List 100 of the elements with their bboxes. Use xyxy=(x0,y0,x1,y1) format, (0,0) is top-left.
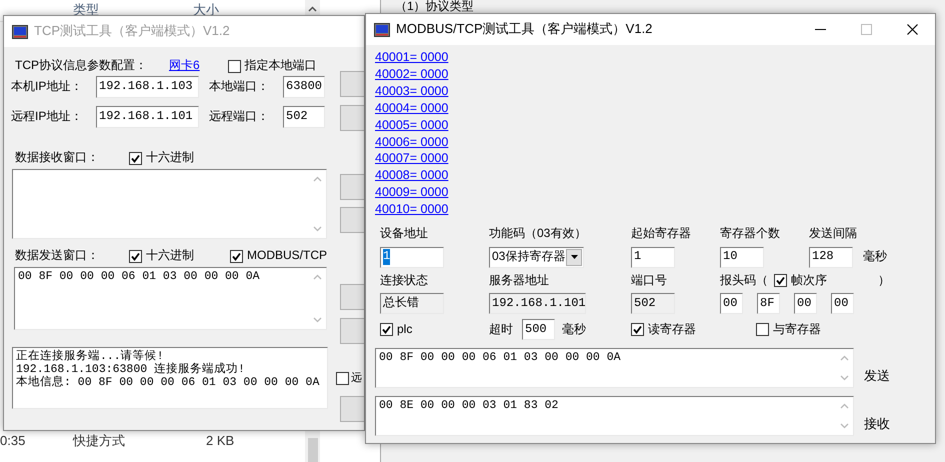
form-label: TCP协议信息参数配置： xyxy=(14,58,148,74)
form-label: 远程端口： xyxy=(209,109,270,125)
port-field[interactable]: 63800 xyxy=(283,76,325,98)
input-field[interactable]: 1 xyxy=(631,246,675,268)
checkbox[interactable] xyxy=(129,152,142,164)
receive-area[interactable]: 00 8E 00 00 00 03 01 83 02 xyxy=(375,396,854,436)
checkbox[interactable] xyxy=(336,372,349,385)
form-label: 毫秒 xyxy=(863,249,887,265)
register-link[interactable]: 40005= 0000 xyxy=(375,116,448,134)
form-label: 数据发送窗口： xyxy=(14,248,100,264)
checkbox[interactable] xyxy=(129,250,142,262)
input-field[interactable]: 128 xyxy=(809,246,853,268)
table-cell: 0:35 xyxy=(0,432,26,448)
checkbox-label: 帧次序 xyxy=(791,272,827,288)
form-label: 发送间隔 xyxy=(809,226,857,242)
scroll-down-icon[interactable] xyxy=(313,226,322,232)
ip-field[interactable]: 192.168.1.101 xyxy=(96,106,199,128)
checkbox[interactable] xyxy=(774,274,787,287)
scroll-down-icon[interactable] xyxy=(840,375,849,382)
form-label: 起始寄存器 xyxy=(631,226,691,242)
header-byte-field[interactable]: 00 xyxy=(720,293,743,314)
maximize-icon[interactable] xyxy=(860,24,872,35)
status-field[interactable]: 总长错 xyxy=(380,293,444,314)
form-label: 本机IP地址： xyxy=(11,79,84,95)
register-link[interactable]: 40006= 0000 xyxy=(375,134,448,150)
scroll-thumb[interactable] xyxy=(308,438,318,462)
port-field[interactable]: 502 xyxy=(631,293,675,314)
port-field[interactable]: 502 xyxy=(283,106,325,128)
table-cell: 2 KB xyxy=(206,432,234,448)
dropdown[interactable]: 03保持寄存器 xyxy=(489,246,584,268)
register-link[interactable]: 40010= 0000 xyxy=(375,201,448,218)
form-label: 超时 xyxy=(489,322,513,338)
form-label: 数据接收窗口： xyxy=(14,150,100,166)
checkbox-label: 十六进制 xyxy=(146,150,194,166)
ip-field[interactable]: 192.168.1.103 xyxy=(96,76,199,98)
checkbox-label: 十六进制 xyxy=(146,248,194,264)
button[interactable] xyxy=(340,71,364,97)
header-byte-field[interactable]: 8F xyxy=(757,293,780,314)
form-label: 连接状态 xyxy=(380,272,428,288)
form-label: 发送 xyxy=(864,368,890,386)
table-cell: 快捷方式 xyxy=(73,432,125,448)
form-label: 功能码（03有效） xyxy=(489,226,586,242)
form-label: 服务器地址 xyxy=(489,272,549,288)
scroll-up-icon[interactable] xyxy=(308,6,317,12)
window-title: TCP测试工具（客户端模式）V1.2 xyxy=(34,23,230,40)
address-field[interactable]: 192.168.1.101 xyxy=(489,293,586,314)
checkbox-label: 读寄存器 xyxy=(648,322,696,338)
checkbox-label: 指定本地端口 xyxy=(244,58,317,74)
button[interactable] xyxy=(340,396,364,422)
form-label: 毫秒 xyxy=(562,322,586,338)
form-label: 本地端口： xyxy=(209,79,270,95)
checkbox[interactable] xyxy=(228,60,241,72)
caret-icon xyxy=(570,255,578,260)
register-link[interactable]: 40004= 0000 xyxy=(375,100,448,117)
checkbox[interactable] xyxy=(230,250,243,262)
form-label: 寄存器个数 xyxy=(720,226,780,242)
button[interactable] xyxy=(340,174,364,200)
app-icon xyxy=(12,24,28,38)
app-icon xyxy=(374,22,390,36)
input-field[interactable]: 1 xyxy=(380,246,444,268)
checkbox-label: 远 xyxy=(351,371,362,386)
button[interactable] xyxy=(340,284,364,310)
header-byte-field[interactable]: 00 xyxy=(794,293,817,314)
scroll-down-icon[interactable] xyxy=(313,317,322,323)
register-link[interactable]: 40001= 0000 xyxy=(375,49,448,66)
link[interactable]: 网卡6 xyxy=(169,58,200,74)
send-area[interactable]: 00 8F 00 00 00 06 01 03 00 00 00 0A xyxy=(14,267,327,330)
register-link[interactable]: 40002= 0000 xyxy=(375,66,448,83)
form-label: 远程IP地址： xyxy=(11,109,84,125)
log-line: 本地信息: 00 8F 00 00 00 06 01 03 00 00 00 0A xyxy=(16,376,320,390)
checkbox-label: MODBUS/TCP xyxy=(247,248,328,264)
log-line: 正在连接服务端...请等候! xyxy=(16,350,164,363)
log-line: 192.168.1.103:63800 连接服务端成功! xyxy=(16,363,246,376)
checkbox[interactable] xyxy=(756,323,769,336)
checkbox[interactable] xyxy=(380,323,393,336)
register-link[interactable]: 40007= 0000 xyxy=(375,150,448,168)
checkbox-label: plc xyxy=(397,322,412,338)
form-label: 接收 xyxy=(864,416,890,434)
button[interactable] xyxy=(340,318,364,344)
window-title: MODBUS/TCP测试工具（客户端模式）V1.2 xyxy=(396,21,652,38)
form-label: 设备地址 xyxy=(380,226,428,242)
button[interactable] xyxy=(340,105,364,131)
column-header[interactable]: 大小 xyxy=(193,2,219,19)
header-byte-field[interactable]: 00 xyxy=(831,293,854,314)
form-label: 端口号 xyxy=(631,272,667,288)
form-label: ） xyxy=(878,272,890,288)
receive-area[interactable] xyxy=(12,169,327,239)
input-field[interactable]: 500 xyxy=(522,319,555,340)
register-link[interactable]: 40003= 0000 xyxy=(375,82,448,100)
close-icon[interactable] xyxy=(906,24,918,35)
register-link[interactable]: 40008= 0000 xyxy=(375,167,448,184)
register-link[interactable]: 40009= 0000 xyxy=(375,184,448,202)
section-heading: （1）协议类型 xyxy=(395,0,474,15)
checkbox-label: 与寄存器 xyxy=(773,322,821,338)
button[interactable] xyxy=(340,207,364,233)
checkbox[interactable] xyxy=(631,323,644,336)
scroll-down-icon[interactable] xyxy=(840,423,849,430)
form-label: 报头码（ xyxy=(720,272,768,288)
input-field[interactable]: 10 xyxy=(720,246,764,268)
send-area[interactable]: 00 8F 00 00 00 06 01 03 00 00 00 0A xyxy=(375,348,854,388)
